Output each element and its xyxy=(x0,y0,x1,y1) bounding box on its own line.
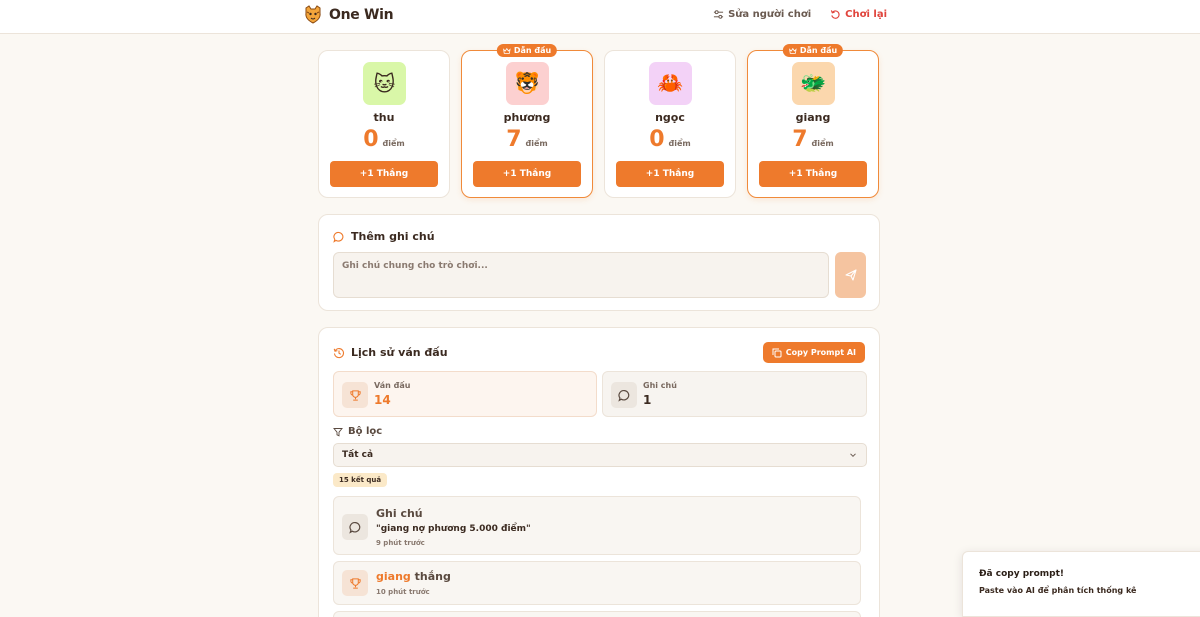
leader-badge: Dẫn đầu xyxy=(496,44,558,57)
note-input[interactable] xyxy=(333,252,829,298)
games-stat-value: 14 xyxy=(374,393,391,407)
games-stat-label: Ván đấu xyxy=(374,381,411,390)
history-item-winner: giang xyxy=(376,570,411,583)
player-avatar: 🐯 xyxy=(506,62,549,105)
player-avatar: 🐱 xyxy=(363,62,406,105)
player-name: phương xyxy=(503,111,551,124)
history-panel: Lịch sử ván đấu Copy Prompt AI Ván đấu 1… xyxy=(318,327,880,617)
add-win-button[interactable]: +1 Thắng xyxy=(330,161,438,187)
stat-icon-wrap xyxy=(611,382,637,408)
dragon-avatar-icon: 🐲 xyxy=(800,71,827,95)
history-title: Lịch sử ván đấu xyxy=(333,346,448,359)
crown-icon xyxy=(503,47,511,54)
history-item-time: 10 phút trước xyxy=(376,588,430,596)
history-item-next[interactable] xyxy=(333,611,861,617)
history-item-note-text: "giang nợ phương 5.000 điểm" xyxy=(376,524,531,534)
crown-icon xyxy=(789,47,797,54)
trophy-icon xyxy=(349,577,361,589)
stat-icon-wrap xyxy=(342,382,368,408)
brand[interactable]: One Win xyxy=(304,5,394,25)
player-score: 7 xyxy=(506,127,522,152)
filter-selected-value: Tất cả xyxy=(342,450,374,460)
tiger-logo-icon xyxy=(305,5,321,24)
player-name: giang xyxy=(795,111,831,124)
leader-badge: Dẫn đầu xyxy=(782,44,844,57)
chat-bubble-icon xyxy=(333,231,344,243)
top-bar: One Win Sửa người chơi Chơi lại xyxy=(0,0,1200,34)
add-win-button[interactable]: +1 Thắng xyxy=(616,161,724,187)
add-win-button[interactable]: +1 Thắng xyxy=(759,161,867,187)
filter-funnel-icon xyxy=(333,427,343,437)
crab-avatar-icon: 🦀 xyxy=(657,71,684,95)
tiger-avatar-icon: 🐯 xyxy=(514,71,541,95)
filter-label: Bộ lọc xyxy=(333,426,382,437)
player-card-giang: Dẫn đầu 🐲 giang 7 điểm +1 Thắng xyxy=(747,44,879,198)
score-unit: điểm xyxy=(382,139,405,148)
leader-badge-label: Dẫn đầu xyxy=(513,46,552,55)
history-title-text: Lịch sử ván đấu xyxy=(351,346,448,359)
player-score: 7 xyxy=(792,127,808,152)
filter-select[interactable]: Tất cả xyxy=(333,443,867,467)
history-clock-icon xyxy=(333,347,345,358)
add-note-title: Thêm ghi chú xyxy=(333,230,435,243)
games-stat-card: Ván đấu 14 xyxy=(333,371,597,417)
trophy-icon xyxy=(349,389,361,401)
reset-game-button[interactable]: Chơi lại xyxy=(830,9,887,20)
toast-body: Paste vào AI để phân tích thống kê xyxy=(979,586,1137,595)
score-row: 7 điểm xyxy=(462,127,592,152)
filter-label-text: Bộ lọc xyxy=(348,426,383,437)
player-card-phuong: Dẫn đầu 🐯 phương 7 điểm +1 Thắng xyxy=(461,44,593,198)
score-row: 7 điểm xyxy=(748,127,878,152)
score-unit: điểm xyxy=(668,139,691,148)
history-item-icon-wrap xyxy=(342,514,368,540)
player-score: 0 xyxy=(363,127,379,152)
player-name: thu xyxy=(373,111,395,124)
score-row: 0 điểm xyxy=(605,127,735,152)
edit-players-label: Sửa người chơi xyxy=(728,9,812,20)
notes-stat-card: Ghi chú 1 xyxy=(602,371,867,417)
history-item-win[interactable]: giang thắng 10 phút trước xyxy=(333,561,861,605)
chat-bubble-icon xyxy=(617,389,629,402)
player-avatar: 🐲 xyxy=(792,62,835,105)
history-item-note[interactable]: Ghi chú "giang nợ phương 5.000 điểm" 9 p… xyxy=(333,496,861,555)
score-unit: điểm xyxy=(525,139,548,148)
settings-sliders-icon xyxy=(713,10,724,19)
player-card-ngoc: 🦀 ngọc 0 điểm +1 Thắng xyxy=(604,50,736,198)
add-note-panel: Thêm ghi chú xyxy=(318,214,880,311)
send-note-button[interactable] xyxy=(835,252,866,298)
toast-title: Đã copy prompt! xyxy=(979,569,1064,579)
history-item-title: Ghi chú xyxy=(376,507,423,520)
history-item-icon-wrap xyxy=(342,570,368,596)
history-item-title: giang thắng xyxy=(376,570,451,583)
copy-prompt-button[interactable]: Copy Prompt AI xyxy=(762,342,865,363)
chevron-down-icon xyxy=(850,453,856,458)
edit-players-button[interactable]: Sửa người chơi xyxy=(713,9,811,20)
leader-badge-label: Dẫn đầu xyxy=(799,46,838,55)
brand-name: One Win xyxy=(329,7,394,23)
chat-bubble-icon xyxy=(348,521,360,534)
history-item-action: thắng xyxy=(414,570,451,583)
rotate-icon xyxy=(831,10,840,19)
notes-stat-label: Ghi chú xyxy=(643,381,677,390)
score-row: 0 điểm xyxy=(319,127,449,152)
notes-stat-value: 1 xyxy=(643,393,652,407)
player-avatar: 🦀 xyxy=(649,62,692,105)
player-card-thu: 🐱 thu 0 điểm +1 Thắng xyxy=(318,50,450,198)
reset-label: Chơi lại xyxy=(845,9,887,20)
player-name: ngọc xyxy=(655,111,685,124)
copy-prompt-label: Copy Prompt AI xyxy=(785,348,856,357)
send-icon xyxy=(844,269,857,281)
header-actions: Sửa người chơi Chơi lại xyxy=(713,9,887,20)
player-score: 0 xyxy=(649,127,665,152)
copy-icon xyxy=(772,348,782,357)
history-item-time: 9 phút trước xyxy=(376,539,425,547)
score-unit: điểm xyxy=(811,139,834,148)
add-win-button[interactable]: +1 Thắng xyxy=(473,161,581,187)
add-note-title-text: Thêm ghi chú xyxy=(351,230,435,243)
result-count-badge: 15 kết quả xyxy=(333,473,388,487)
cat-avatar-icon: 🐱 xyxy=(373,71,396,96)
copy-success-toast: Đã copy prompt! Paste vào AI để phân tíc… xyxy=(962,551,1200,617)
